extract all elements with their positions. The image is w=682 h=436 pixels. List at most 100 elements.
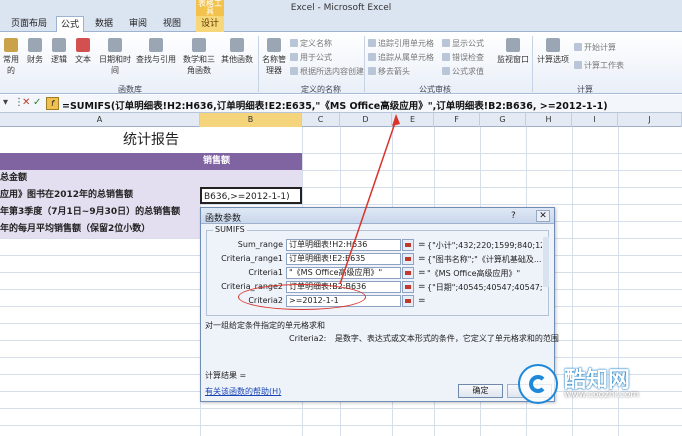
book-icon [108, 38, 122, 52]
tab-design[interactable]: 设计 [196, 16, 224, 32]
function-help-link[interactable]: 有关该函数的帮助(H) [205, 386, 281, 397]
coozhi-logo-icon [518, 364, 558, 404]
math-trig-button[interactable]: 数学和三角函数 [182, 38, 216, 76]
watch-window-button[interactable]: 监视窗口 [496, 38, 530, 65]
check-icon[interactable]: ✓ [33, 97, 41, 108]
argument-name: Criteria2: [289, 334, 327, 343]
help-icon[interactable]: ? [511, 211, 516, 221]
evaluate-formula-button[interactable]: 公式求值 [442, 66, 484, 77]
show-formulas-button[interactable]: 显示公式 [442, 38, 484, 49]
group-separator [532, 36, 533, 92]
use-in-formula-button[interactable]: 用于公式 [290, 52, 332, 63]
show-formulas-icon [442, 39, 450, 47]
calculation-result: 计算结果 = [205, 371, 247, 380]
column-header-c[interactable]: C [302, 113, 340, 127]
insert-function-icon[interactable]: f [46, 97, 59, 110]
calculator-icon [546, 38, 560, 52]
column-header-i[interactable]: I [572, 113, 618, 127]
remove-arrows-icon [368, 67, 376, 75]
name-manager-button[interactable]: 名称管理器 [262, 38, 286, 76]
group-separator [364, 36, 365, 92]
criteria-range1-input[interactable]: 订单明细表!E2:E635 [286, 253, 401, 265]
book-icon [28, 38, 42, 52]
range-picker-icon[interactable] [402, 267, 414, 279]
column-headers: A B C D E F G H I J [0, 113, 682, 127]
calculator-icon [574, 43, 582, 51]
formula-input[interactable]: =SUMIFS(订单明细表!H2:H636,订单明细表!E2:E635,"《MS… [62, 98, 608, 112]
group-label-function-library: 函数库 [118, 85, 142, 94]
error-checking-button[interactable]: 错误检查 [442, 52, 484, 63]
report-title[interactable]: 统计报告 [0, 127, 302, 153]
arguments-scrollbar[interactable] [543, 237, 549, 287]
tab-view[interactable]: 视图 [158, 16, 186, 32]
cell-total-label[interactable]: 总金额 [0, 170, 302, 187]
range-picker-icon[interactable] [402, 281, 414, 293]
trace-icon [368, 53, 376, 61]
calculate-now-button[interactable]: 开始计算 [574, 42, 616, 53]
grid-icon [290, 67, 298, 75]
tab-page-layout[interactable]: 页面布局 [8, 16, 50, 32]
title-bar: Excel - Microsoft Excel 表格工具 [0, 0, 682, 16]
cell-a2[interactable] [0, 153, 200, 170]
tab-review[interactable]: 审阅 [124, 16, 152, 32]
contextual-tab-label: 表格工具 [196, 0, 224, 16]
calculate-sheet-button[interactable]: 计算工作表 [574, 60, 624, 71]
star-icon [4, 38, 18, 52]
column-header-j[interactable]: J [618, 113, 682, 127]
cell-a4[interactable]: 应用》图书在2012年的总销售额 [0, 187, 200, 204]
more-functions-button[interactable]: 其他函数 [220, 38, 254, 65]
text-button[interactable]: 文本 [72, 38, 94, 65]
watch-window-icon [506, 38, 520, 52]
ok-button[interactable]: 确定 [458, 384, 503, 398]
criteria1-input[interactable]: "《MS Office高级应用》" [286, 267, 401, 279]
tab-formulas[interactable]: 公式 [56, 16, 84, 33]
lookup-button[interactable]: 查找与引用 [136, 38, 176, 65]
sum-range-input[interactable]: 订单明细表!H2:H636 [286, 239, 401, 251]
logical-button[interactable]: 逻辑 [48, 38, 70, 65]
column-header-e[interactable]: E [392, 113, 434, 127]
highlight-circle [238, 284, 366, 310]
range-picker-icon[interactable] [402, 239, 414, 251]
arg-row-criteria1: Criteria1 "《MS Office高级应用》" = "《MS Offic… [207, 267, 550, 279]
column-header-b[interactable]: B [200, 113, 302, 127]
function-description: 对一组给定条件指定的单元格求和 [205, 321, 325, 330]
financial-button[interactable]: 财务 [24, 38, 46, 65]
ribbon: 常用的 财务 逻辑 文本 日期和时间 查找与引用 数学和三角函数 其他函数 函数… [0, 32, 682, 94]
dropdown-icon[interactable]: ▾ [3, 97, 8, 108]
cell-b4-active[interactable]: B636,>=2012-1-1) [200, 187, 302, 204]
name-icon [290, 39, 298, 47]
range-picker-icon[interactable] [402, 295, 414, 307]
column-header-a[interactable]: A [0, 113, 200, 127]
book-icon [192, 38, 206, 52]
group-label-formula-auditing: 公式审核 [419, 85, 451, 94]
cell-a6[interactable]: 年的每月平均销售额（保留2位小数） [0, 221, 200, 238]
cancel-icon[interactable]: ✕ [22, 97, 30, 108]
cell-a5[interactable]: 年第3季度（7月1日~9月30日）的总销售额 [0, 204, 200, 221]
book-icon [149, 38, 163, 52]
column-header-d[interactable]: D [340, 113, 392, 127]
formula-bar: ▾ ⋮ ✕ ✓ f =SUMIFS(订单明细表!H2:H636,订单明细表!E2… [0, 95, 682, 113]
close-icon[interactable]: ✕ [536, 210, 550, 222]
calc-options-button[interactable]: 计算选项 [536, 38, 570, 65]
trace-dependents-button[interactable]: 追踪从属单元格 [368, 52, 434, 63]
tab-data[interactable]: 数据 [90, 16, 118, 32]
recent-functions-button[interactable]: 常用的 [0, 38, 22, 76]
book-icon [52, 38, 66, 52]
arg-row-criteria-range1: Criteria_range1 订单明细表!E2:E635 = {"图书名称";… [207, 253, 550, 265]
check-icon [442, 53, 450, 61]
arg-label: Criteria1 [248, 268, 283, 277]
date-time-button[interactable]: 日期和时间 [98, 38, 132, 76]
create-from-selection-button[interactable]: 根据所选内容创建 [290, 66, 364, 77]
cell-b2-header[interactable]: 销售额 [200, 153, 302, 170]
column-header-f[interactable]: F [434, 113, 480, 127]
column-header-h[interactable]: H [526, 113, 572, 127]
define-name-button[interactable]: 定义名称 [290, 38, 332, 49]
trace-precedents-button[interactable]: 追踪引用单元格 [368, 38, 434, 49]
dialog-title-bar[interactable]: 函数参数 ? ✕ [201, 208, 554, 224]
group-separator [258, 36, 259, 92]
arg-label: Criteria_range1 [221, 254, 283, 263]
column-header-g[interactable]: G [480, 113, 526, 127]
range-picker-icon[interactable] [402, 253, 414, 265]
remove-arrows-button[interactable]: 移去箭头 [368, 66, 410, 77]
arg-row-sum-range: Sum_range 订单明细表!H2:H636 = {"小计";432;220;… [207, 239, 550, 251]
